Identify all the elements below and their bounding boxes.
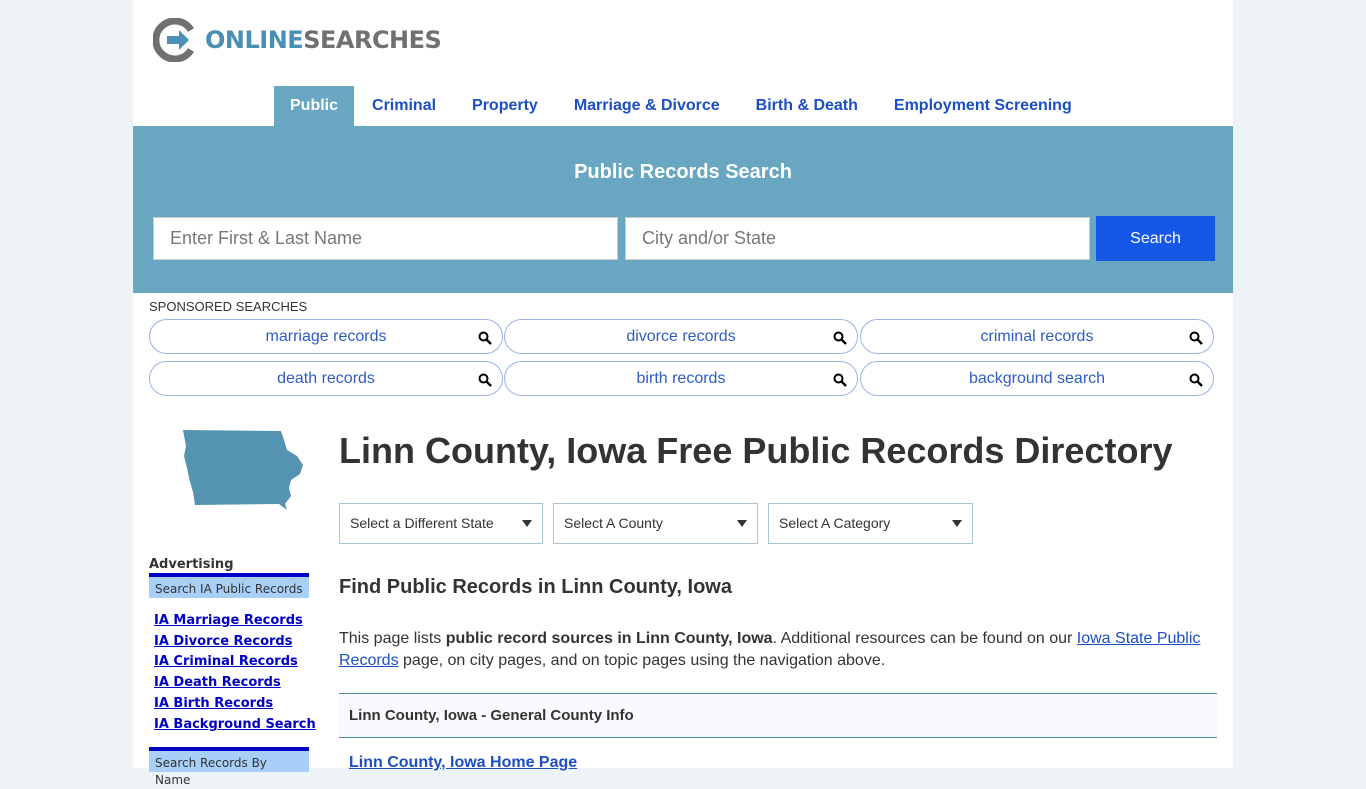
search-icon <box>1189 331 1203 345</box>
sidebar-heading-by-name: Search Records By Name <box>149 747 309 787</box>
sidebar-link-birth[interactable]: IA Birth Records <box>154 694 316 715</box>
name-input[interactable]: Enter First & Last Name <box>153 217 618 260</box>
sponsored-link-label: marriage records <box>265 328 387 345</box>
sponsored-link[interactable]: criminal records <box>860 319 1214 354</box>
intro-bold: public record sources in Linn County, Io… <box>445 630 773 647</box>
advertising-label: Advertising <box>149 557 234 572</box>
sidebar-link-divorce[interactable]: IA Divorce Records <box>154 632 316 653</box>
page-container: ONLINESEARCHES Public Criminal Property … <box>133 0 1233 787</box>
county-home-page-link[interactable]: Linn County, Iowa Home Page <box>349 754 577 772</box>
sidebar-link-death[interactable]: IA Death Records <box>154 673 316 694</box>
sponsored-link-label: criminal records <box>980 328 1094 345</box>
intro-text: This page lists <box>339 630 446 647</box>
search-icon <box>833 373 847 387</box>
sponsored-link[interactable]: death records <box>149 361 503 396</box>
search-icon <box>478 331 492 345</box>
chevron-down-icon <box>952 520 962 527</box>
county-select-value: Select A County <box>564 515 663 531</box>
state-select[interactable]: Select a Different State <box>339 503 543 544</box>
logo-text: ONLINESEARCHES <box>205 26 442 54</box>
nav-criminal[interactable]: Criminal <box>354 86 454 126</box>
sponsored-link[interactable]: birth records <box>504 361 858 396</box>
sponsored-link-label: death records <box>277 370 375 387</box>
location-input[interactable]: City and/or State <box>625 217 1090 260</box>
category-select[interactable]: Select A Category <box>768 503 973 544</box>
section-subtitle: Find Public Records in Linn County, Iowa <box>339 576 732 598</box>
county-select[interactable]: Select A County <box>553 503 758 544</box>
nav-property[interactable]: Property <box>454 86 556 126</box>
search-icon <box>1189 373 1203 387</box>
logo-icon <box>153 18 194 62</box>
general-info-header: Linn County, Iowa - General County Info <box>339 693 1217 738</box>
sidebar-link-background[interactable]: IA Background Search <box>154 715 316 736</box>
sponsored-label: SPONSORED SEARCHES <box>149 299 308 314</box>
nav-employment-screening[interactable]: Employment Screening <box>876 86 1090 126</box>
sponsored-link[interactable]: divorce records <box>504 319 858 354</box>
category-select-value: Select A Category <box>779 515 891 531</box>
iowa-map-icon <box>183 430 303 510</box>
chevron-down-icon <box>737 520 747 527</box>
chevron-down-icon <box>522 520 532 527</box>
search-icon <box>833 331 847 345</box>
sidebar-link-criminal[interactable]: IA Criminal Records <box>154 652 316 673</box>
search-icon <box>478 373 492 387</box>
search-title: Public Records Search <box>574 161 792 183</box>
search-button[interactable]: Search <box>1096 216 1215 261</box>
nav-birth-death[interactable]: Birth & Death <box>738 86 876 126</box>
intro-text: . Additional resources can be found on o… <box>772 630 1077 647</box>
intro-text: page, on city pages, and on topic pages … <box>398 652 886 669</box>
state-select-value: Select a Different State <box>350 515 494 531</box>
sidebar-link-marriage[interactable]: IA Marriage Records <box>154 611 316 632</box>
sponsored-link[interactable]: background search <box>860 361 1214 396</box>
sponsored-link-label: birth records <box>636 370 726 387</box>
sponsored-link-label: background search <box>968 370 1106 387</box>
sponsored-link[interactable]: marriage records <box>149 319 503 354</box>
search-banner: Public Records Search Enter First & Last… <box>133 126 1233 293</box>
nav-public[interactable]: Public <box>274 86 355 126</box>
sidebar-links: IA Marriage Records IA Divorce Records I… <box>154 611 316 735</box>
site-logo[interactable]: ONLINESEARCHES <box>153 18 442 62</box>
page-title: Linn County, Iowa Free Public Records Di… <box>339 430 1173 471</box>
nav-marriage-divorce[interactable]: Marriage & Divorce <box>556 86 738 126</box>
main-nav: Public Criminal Property Marriage & Divo… <box>274 86 1090 126</box>
sponsored-link-label: divorce records <box>626 328 736 345</box>
intro-paragraph: This page lists public record sources in… <box>339 628 1219 672</box>
sidebar-heading-public-records: Search IA Public Records <box>149 573 309 598</box>
